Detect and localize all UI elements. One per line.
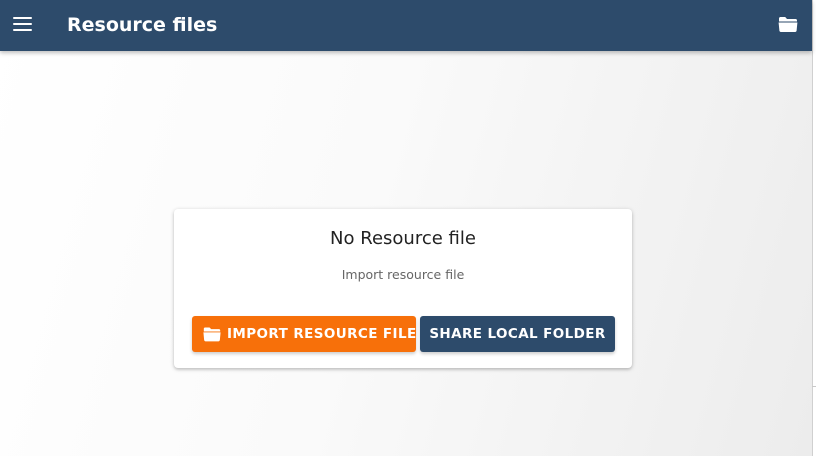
empty-state-title: No Resource file <box>330 228 476 249</box>
folder-icon <box>203 327 221 342</box>
page-title: Resource files <box>67 14 218 36</box>
menu-button[interactable] <box>8 8 38 40</box>
menu-icon-bar-top <box>13 17 32 19</box>
empty-state-card: No Resource file Import resource file IM… <box>174 209 632 368</box>
window-edge-mark <box>812 386 816 387</box>
share-button-label: SHARE LOCAL FOLDER <box>429 326 606 342</box>
folder-icon <box>778 17 798 32</box>
window-right-edge <box>812 0 816 456</box>
import-button-label: IMPORT RESOURCE FILE <box>227 326 417 342</box>
app-bar: Resource files <box>0 0 812 51</box>
folder-button[interactable] <box>776 12 800 36</box>
empty-state-subtitle: Import resource file <box>341 267 465 282</box>
menu-icon-bar-middle <box>13 23 32 25</box>
menu-icon-bar-bottom <box>13 29 32 31</box>
import-resource-file-button[interactable]: IMPORT RESOURCE FILE <box>192 316 416 352</box>
share-local-folder-button[interactable]: SHARE LOCAL FOLDER <box>420 316 615 352</box>
